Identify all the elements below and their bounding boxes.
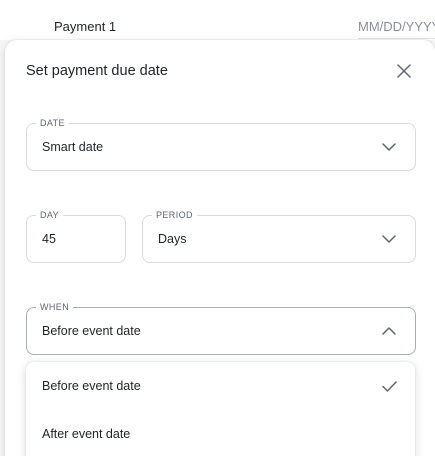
date-legend: DATE	[36, 118, 69, 129]
when-legend: WHEN	[36, 302, 74, 313]
menu-item-before-event[interactable]: Before event date	[26, 362, 415, 410]
due-date-panel: Set payment due date DATE Smart date DAY…	[5, 40, 435, 456]
payment-row: Payment 1 MM/DD/YYYY	[0, 0, 435, 40]
menu-item-label: After event date	[42, 427, 131, 441]
close-button[interactable]	[393, 60, 415, 82]
period-legend: PERIOD	[152, 210, 197, 221]
when-menu: Before event date After event date	[26, 362, 415, 456]
date-value: Smart date	[42, 140, 104, 154]
day-legend: DAY	[36, 210, 64, 221]
chevron-down-icon[interactable]	[381, 234, 397, 244]
when-select[interactable]: WHEN Before event date	[26, 302, 416, 355]
day-value: 45	[42, 232, 56, 246]
payment-date-input[interactable]: MM/DD/YYYY	[358, 19, 435, 34]
menu-item-after-event[interactable]: After event date	[26, 410, 415, 456]
close-icon[interactable]	[397, 64, 411, 78]
when-value: Before event date	[42, 324, 141, 338]
period-value: Days	[158, 232, 187, 246]
page: Payment 1 MM/DD/YYYY Set payment due dat…	[0, 0, 435, 456]
payment-date-underline	[358, 38, 435, 39]
payment-label: Payment 1	[54, 19, 117, 34]
period-select[interactable]: PERIOD Days	[142, 210, 416, 263]
date-select[interactable]: DATE Smart date	[26, 118, 416, 171]
check-icon	[381, 380, 397, 392]
panel-title: Set payment due date	[26, 63, 168, 79]
chevron-down-icon[interactable]	[381, 142, 397, 152]
menu-item-label: Before event date	[42, 379, 141, 393]
chevron-up-icon[interactable]	[381, 326, 397, 336]
day-input[interactable]: DAY 45	[26, 210, 126, 263]
